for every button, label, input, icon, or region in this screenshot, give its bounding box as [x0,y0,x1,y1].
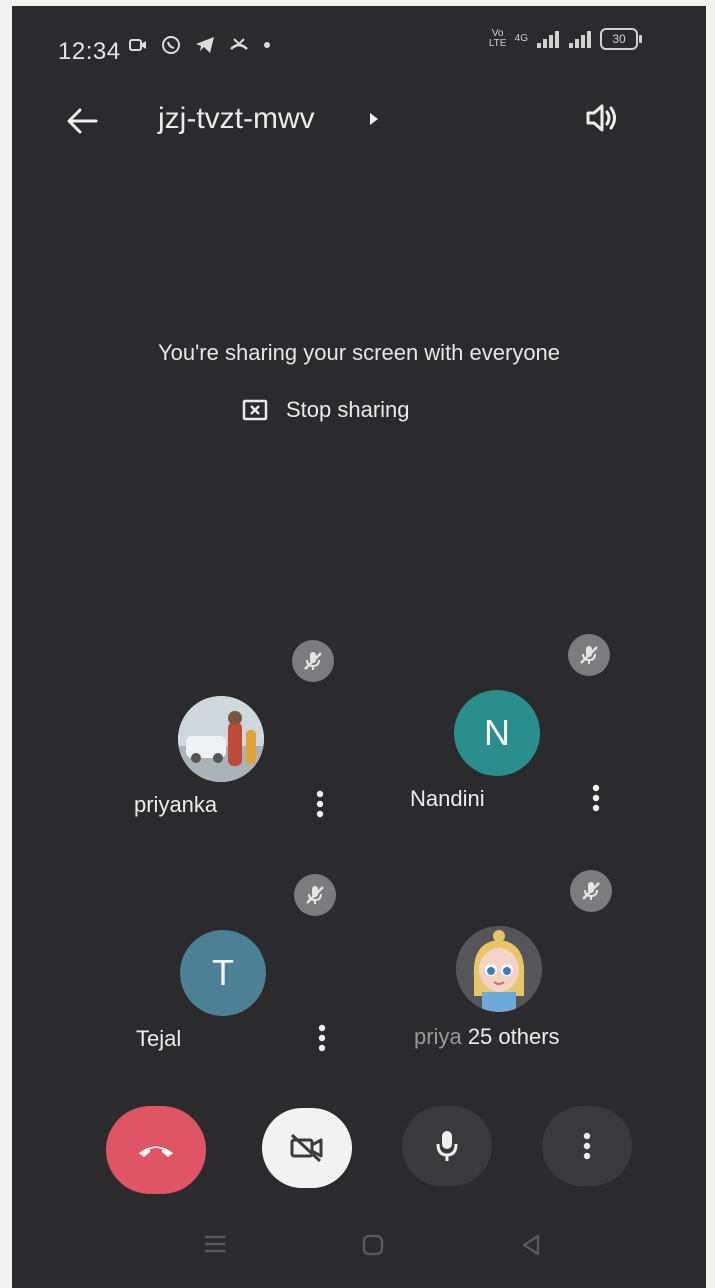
participant-more-button[interactable] [308,786,332,822]
more-vertical-icon [583,1132,591,1160]
profile-photo-icon [178,696,264,782]
signal-icon [537,31,559,48]
volte-label: Vo LTE [488,28,507,49]
meeting-app-bar: jzj-tvzt-mwv [12,86,706,156]
others-count: 25 others [467,1024,560,1049]
video-off-icon [290,1133,323,1163]
home-icon[interactable] [360,1232,386,1258]
mute-badge [570,870,612,912]
status-bar: 12:34 Vo LTE 4G 30 [12,6,706,86]
system-nav-bar [12,1218,706,1278]
avatar: T [180,930,266,1016]
mute-badge [294,874,336,916]
stop-sharing-label: Stop sharing [286,397,410,422]
participant-tile-priyanka[interactable]: priyanka [100,626,356,850]
network-type-label: 4G [514,33,528,44]
caret-right-icon[interactable] [368,111,380,127]
back-triangle-icon[interactable] [518,1232,544,1258]
avatar: N [454,690,540,776]
arrow-left-icon [67,108,98,134]
mic-off-icon [582,882,600,900]
mic-off-icon [306,886,324,904]
cartoon-avatar-icon [456,926,542,1012]
speaker-button[interactable] [580,96,624,140]
phone-screen: 12:34 Vo LTE 4G 30 jzj-tvzt-mwv You're s… [12,6,706,1288]
more-vertical-icon [316,790,324,818]
mic-off-icon [580,646,598,664]
more-vertical-icon [592,784,600,812]
microphone-button[interactable] [402,1106,492,1186]
battery-icon: 30 [600,28,642,50]
participant-tile-tejal[interactable]: T Tejal [102,860,358,1084]
signal-icon-2 [569,31,591,48]
status-time: 12:34 [58,38,121,65]
back-button[interactable] [62,100,104,142]
stop-share-icon [242,399,268,421]
speaker-icon [586,104,616,132]
avatar [456,926,542,1012]
participant-tile-nandini[interactable]: N Nandini [376,620,632,844]
camera-toggle-button[interactable] [262,1108,352,1188]
more-vertical-icon [318,1024,326,1052]
others-label: priya 25 others [414,1024,560,1050]
participant-name: Tejal [136,1026,182,1051]
phone-hangup-icon [139,1146,173,1157]
telegram-icon [196,37,214,53]
mute-badge [292,640,334,682]
meeting-code-title[interactable]: jzj-tvzt-mwv [158,102,315,136]
mute-badge [568,634,610,676]
participant-more-button[interactable] [584,780,608,816]
mic-icon [436,1131,458,1161]
sharing-message: You're sharing your screen with everyone [157,340,561,365]
dot-icon [264,42,270,48]
video-notification-icon [129,39,146,51]
stop-sharing-button[interactable]: Stop sharing [242,390,410,430]
notification-icons [128,34,272,56]
partial-name: priya [414,1024,462,1049]
whatsapp-icon [162,36,180,54]
missed-call-icon [230,38,248,50]
end-call-button[interactable] [106,1106,206,1194]
menu-icon[interactable] [202,1232,228,1256]
participant-name: Nandini [410,786,485,811]
more-options-button[interactable] [542,1106,632,1186]
participant-tile-others[interactable]: priya 25 others [378,856,634,1080]
participant-name: priyanka [134,792,218,817]
participant-more-button[interactable] [310,1020,334,1056]
mic-off-icon [304,652,322,670]
system-icons: Vo LTE 4G 30 [488,28,642,50]
avatar [178,696,264,782]
call-controls [12,1106,706,1206]
